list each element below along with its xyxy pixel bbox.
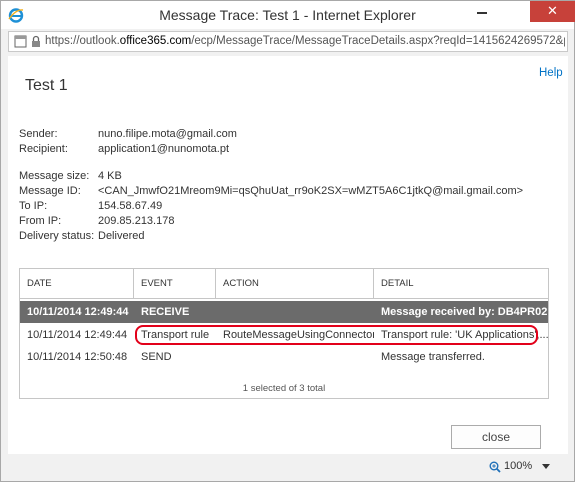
recipient-value: application1@nunomota.pt: [98, 143, 230, 155]
table-row[interactable]: 10/11/2014 12:49:44 RECEIVE Message rece…: [20, 301, 548, 323]
close-button[interactable]: close: [451, 425, 541, 449]
column-header-action[interactable]: ACTION: [216, 269, 374, 299]
sender-value: nuno.filipe.mota@gmail.com: [98, 128, 237, 140]
row-action: [216, 346, 374, 368]
grid-header: DATE EVENT ACTION DETAIL: [20, 269, 548, 299]
field-label: Sender:: [19, 128, 58, 140]
row-detail: Message received by: DB4PR02...: [381, 306, 548, 318]
field-label: Delivery status:: [19, 230, 95, 242]
column-header-date[interactable]: DATE: [20, 269, 134, 299]
status-bar: 100%: [1, 455, 574, 481]
chevron-down-icon[interactable]: [542, 464, 550, 469]
delivery-status-value: Delivered: [98, 230, 145, 242]
page-title: Test 1: [25, 77, 68, 94]
field-label: Message ID:: [19, 185, 81, 197]
row-event: RECEIVE: [141, 306, 190, 318]
page-content: Help Test 1 Sender: nuno.filipe.mota@gma…: [8, 56, 568, 454]
row-date: 10/11/2014 12:49:44: [27, 329, 128, 341]
zoom-level[interactable]: 100%: [504, 460, 532, 472]
field-label: To IP:: [19, 200, 48, 212]
grid-selection-count: 1 selected of 3 total: [242, 383, 326, 394]
page-icon: [14, 35, 27, 48]
field-label: Recipient:: [19, 143, 68, 155]
row-date: 10/11/2014 12:49:44: [27, 306, 129, 318]
message-id-value: <CAN_JmwfO21Mreom9Mi=qsQhuUat_rr9oK2SX=w…: [98, 185, 524, 197]
zoom-icon: [489, 461, 501, 473]
browser-window: Message Trace: Test 1 - Internet Explore…: [0, 0, 575, 482]
row-event: SEND: [141, 351, 172, 363]
red-highlight-annotation: [135, 325, 538, 345]
message-size-value: 4 KB: [98, 170, 122, 182]
minimize-button[interactable]: [469, 1, 495, 22]
to-ip-value: 154.58.67.49: [98, 200, 163, 212]
column-header-detail[interactable]: DETAIL: [374, 269, 548, 299]
url-text[interactable]: https://outlook.office365.com/ecp/Messag…: [45, 35, 565, 47]
minimize-icon: [477, 12, 487, 14]
field-label: From IP:: [19, 215, 62, 227]
title-bar: Message Trace: Test 1 - Internet Explore…: [1, 1, 575, 29]
address-bar[interactable]: https://outlook.office365.com/ecp/Messag…: [8, 31, 568, 52]
field-label: Message size:: [19, 170, 90, 182]
row-detail: Message transferred.: [381, 351, 485, 363]
column-header-event[interactable]: EVENT: [134, 269, 216, 299]
row-action: [216, 301, 374, 323]
table-row[interactable]: 10/11/2014 12:50:48 SEND Message transfe…: [20, 346, 548, 368]
window-close-button[interactable]: ✕: [530, 1, 575, 22]
help-link[interactable]: Help: [539, 67, 563, 79]
trace-events-grid: DATE EVENT ACTION DETAIL 10/11/2014 12:4…: [19, 268, 549, 399]
lock-icon: [32, 35, 40, 47]
row-date: 10/11/2014 12:50:48: [27, 351, 128, 363]
from-ip-value: 209.85.213.178: [98, 215, 175, 227]
